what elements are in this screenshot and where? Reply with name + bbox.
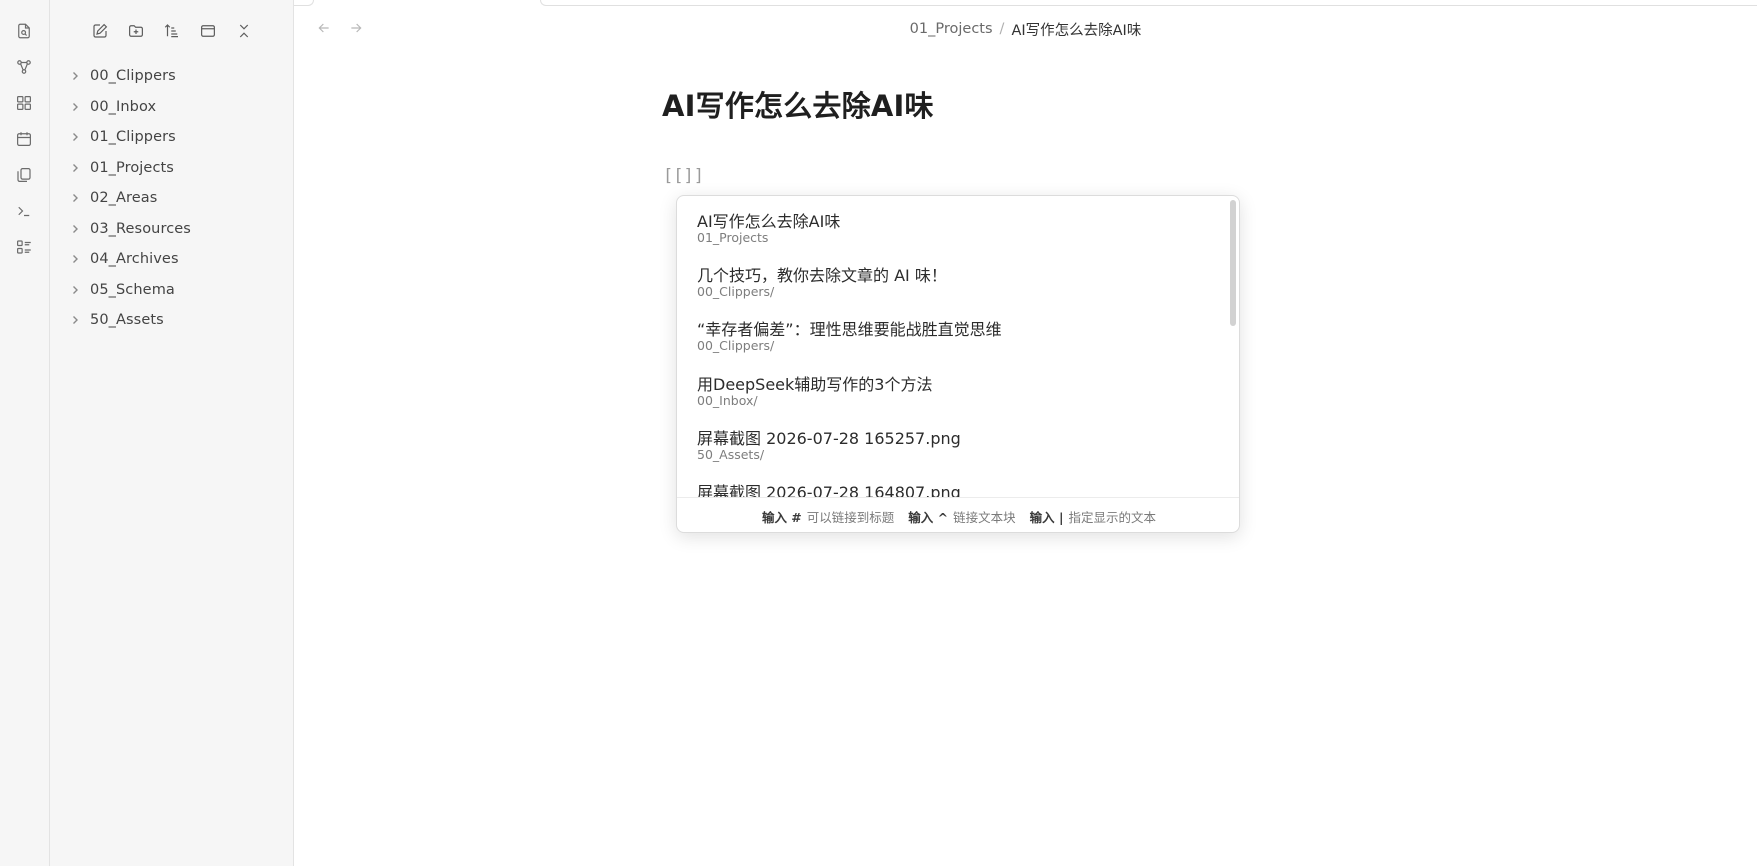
suggestion-title: 用DeepSeek辅助写作的3个方法 (697, 375, 933, 394)
chevron-right-icon (69, 192, 81, 204)
editor-line[interactable]: [[]] (663, 166, 704, 186)
suggestion-path: 00_Clippers/ (697, 284, 775, 299)
hint-text: 指定显示的文本 (1068, 509, 1157, 525)
hint-block-link: 输入 ^ 链接文本块 (908, 507, 1015, 526)
folder-label: 03_Resources (90, 220, 191, 237)
breadcrumb-folder[interactable]: 01_Projects (910, 21, 993, 37)
folder-label: 05_Schema (90, 281, 175, 298)
hint-key: 输入 # (761, 509, 802, 525)
chevron-right-icon (69, 70, 81, 82)
ribbon (0, 0, 50, 866)
link-suggestion-popup: AI写作怎么去除AI味 01_Projects 几个技巧，教你去除文章的 AI … (676, 195, 1240, 533)
chevron-right-icon (69, 101, 81, 113)
suggestion-item[interactable]: 屏幕截图 2026-07-28 165257.png 50_Assets/ (677, 413, 1225, 467)
hint-text: 可以链接到标题 (806, 509, 895, 525)
breadcrumb-current-note[interactable]: AI写作怎么去除AI味 (1011, 19, 1141, 40)
suggestion-item[interactable]: 用DeepSeek辅助写作的3个方法 00_Inbox/ (677, 359, 1225, 413)
folder-label: 00_Clippers (90, 68, 176, 85)
suggestion-title: 屏幕截图 2026-07-28 165257.png (697, 429, 961, 448)
hint-key: 输入 ^ (908, 509, 949, 525)
breadcrumb-separator: / (999, 21, 1005, 37)
suggestion-item[interactable]: 几个技巧，教你去除文章的 AI 味！ 00_Clippers/ (677, 250, 1225, 304)
folder-label: 04_Archives (90, 251, 179, 268)
chevron-right-icon (69, 162, 81, 174)
chevron-right-icon (69, 284, 81, 296)
chevron-right-icon (69, 314, 81, 326)
file-explorer: 00_Clippers 00_Inbox 01_Clippers 01_Proj… (50, 0, 294, 866)
suggestion-scrollbar[interactable] (1230, 200, 1236, 326)
folder-00-inbox[interactable]: 00_Inbox (50, 92, 294, 123)
chevron-right-icon (69, 253, 81, 265)
folder-05-schema[interactable]: 05_Schema (50, 275, 294, 306)
suggestion-title: 几个技巧，教你去除文章的 AI 味！ (697, 266, 947, 285)
folder-04-archives[interactable]: 04_Archives (50, 244, 294, 275)
templates-icon[interactable] (12, 163, 36, 187)
folder-label: 01_Projects (90, 159, 174, 176)
folder-00-clippers[interactable]: 00_Clippers (50, 61, 294, 92)
suggestion-hints: 输入 # 可以链接到标题 输入 ^ 链接文本块 输入 | 指定显示的文本 (677, 497, 1239, 532)
suggestion-list: AI写作怎么去除AI味 01_Projects 几个技巧，教你去除文章的 AI … (677, 196, 1239, 497)
hint-text: 链接文本块 (953, 509, 1016, 525)
graph-view-icon[interactable] (12, 55, 36, 79)
hint-display-text: 输入 | 指定显示的文本 (1030, 507, 1156, 526)
suggestion-item[interactable]: “幸存者偏差”：理性思维要能战胜直觉思维 00_Clippers/ (677, 304, 1225, 358)
active-tab[interactable] (540, 0, 1757, 6)
suggestion-item[interactable]: AI写作怎么去除AI味 01_Projects (677, 196, 1225, 250)
hint-key: 输入 | (1029, 509, 1064, 525)
daily-notes-icon[interactable] (12, 127, 36, 151)
suggestion-item[interactable]: 屏幕截图 2026-07-28 164807.png (677, 467, 1225, 497)
command-palette-icon[interactable] (12, 199, 36, 223)
folder-tree: 00_Clippers 00_Inbox 01_Clippers 01_Proj… (50, 61, 294, 336)
obsidian-window: 00_Clippers 00_Inbox 01_Clippers 01_Proj… (0, 0, 1757, 866)
suggestion-path: 00_Clippers/ (697, 338, 775, 353)
folder-label: 02_Areas (90, 190, 158, 207)
suggestion-title: “幸存者偏差”：理性思维要能战胜直觉思维 (697, 320, 1002, 339)
suggestion-path: 01_Projects (697, 230, 769, 245)
folder-label: 50_Assets (90, 312, 164, 329)
suggestion-title: 屏幕截图 2026-07-28 164807.png (697, 483, 961, 497)
canvas-icon[interactable] (12, 91, 36, 115)
folder-02-areas[interactable]: 02_Areas (50, 183, 294, 214)
note-title[interactable]: AI写作怎么去除AI味 (662, 83, 934, 125)
tab-bar (294, 0, 1757, 8)
folder-01-projects[interactable]: 01_Projects (50, 153, 294, 184)
breadcrumb: 01_Projects / AI写作怎么去除AI味 (0, 19, 1757, 39)
folder-label: 00_Inbox (90, 98, 157, 115)
folder-label: 01_Clippers (90, 129, 176, 146)
hint-heading-link: 输入 # 可以链接到标题 (762, 507, 894, 526)
folder-50-assets[interactable]: 50_Assets (50, 305, 294, 336)
chevron-right-icon (69, 223, 81, 235)
bases-icon[interactable] (12, 235, 36, 259)
suggestion-path: 50_Assets/ (697, 447, 765, 462)
tab-edge (294, 0, 314, 6)
chevron-right-icon (69, 131, 81, 143)
folder-01-clippers[interactable]: 01_Clippers (50, 122, 294, 153)
folder-03-resources[interactable]: 03_Resources (50, 214, 294, 245)
suggestion-path: 00_Inbox/ (697, 393, 758, 408)
suggestion-title: AI写作怎么去除AI味 (697, 212, 841, 231)
